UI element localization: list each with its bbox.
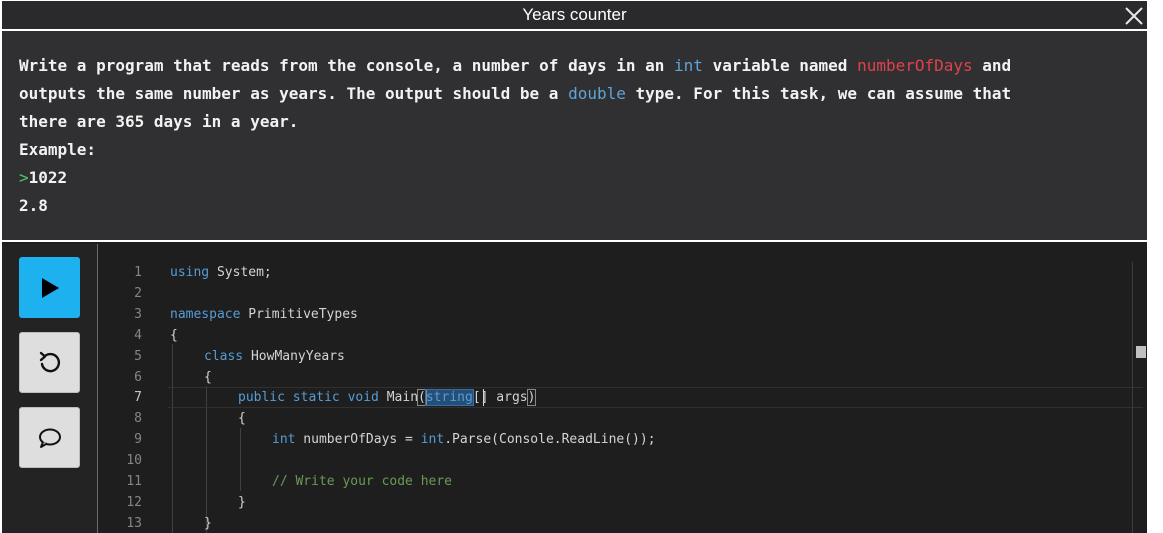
- code-line: 12 }: [98, 492, 1138, 513]
- code-line: 6 {: [98, 367, 1138, 388]
- line-number: 9: [134, 432, 142, 447]
- line-number: 5: [134, 349, 142, 364]
- code-line: 7 public static void Main(string[] args): [98, 387, 1138, 408]
- task-line-1: Write a program that reads from the cons…: [19, 56, 1012, 75]
- prompt-symbol: >: [19, 168, 29, 187]
- text-cursor: [483, 389, 484, 406]
- line-number: 11: [126, 474, 142, 489]
- line-number: 6: [134, 370, 142, 385]
- line-number: 1: [134, 265, 142, 280]
- selected-text: string: [424, 389, 474, 406]
- code-line: 11 // Write your code here: [98, 471, 1138, 492]
- line-number: 8: [134, 411, 142, 426]
- line-number: 3: [134, 307, 142, 322]
- scrollbar-marker: [1136, 346, 1146, 358]
- code-line: 13 }: [98, 513, 1138, 533]
- variable-name-highlight: numberOfDays: [857, 56, 973, 75]
- feedback-button[interactable]: [19, 407, 80, 468]
- close-button[interactable]: [1123, 5, 1145, 27]
- play-icon: [41, 277, 59, 298]
- task-line-3: there are 365 days in a year.: [19, 112, 299, 131]
- workspace: 1 using System; 2 3 namespace PrimitiveT…: [2, 244, 1147, 533]
- bracket-match: ): [526, 389, 537, 406]
- code-line: 4 {: [98, 325, 1138, 346]
- line-number: 12: [126, 495, 142, 510]
- code-editor[interactable]: 1 using System; 2 3 namespace PrimitiveT…: [98, 244, 1147, 533]
- editor-toolbar: [2, 244, 98, 533]
- task-line-2: outputs the same number as years. The ou…: [19, 84, 1012, 103]
- example-input: >1022: [19, 168, 68, 187]
- code-line: 10: [98, 450, 1138, 471]
- line-number: 13: [126, 516, 142, 531]
- run-button[interactable]: [19, 257, 80, 318]
- double-keyword: double: [568, 84, 626, 103]
- line-number: 4: [134, 328, 142, 343]
- line-number: 10: [126, 453, 142, 468]
- chat-bubble-icon: [38, 428, 61, 448]
- code-line: 5 class HowManyYears: [98, 346, 1138, 367]
- editor-scrollbar[interactable]: [1132, 262, 1147, 533]
- code-line: 8 {: [98, 408, 1138, 429]
- example-label: Example:: [19, 140, 97, 159]
- code-line: 3 namespace PrimitiveTypes: [98, 304, 1138, 325]
- reset-button[interactable]: [19, 332, 80, 393]
- line-number: 7: [134, 390, 142, 405]
- example-output: 2.8: [19, 196, 48, 215]
- int-keyword: int: [674, 56, 703, 75]
- code-line: 2: [98, 283, 1138, 304]
- code-exercise-window: Years counter Write a program that reads…: [2, 1, 1147, 533]
- code-line: 1 using System;: [98, 262, 1138, 283]
- line-number: 2: [134, 286, 142, 301]
- task-description: Write a program that reads from the cons…: [2, 31, 1147, 242]
- code-comment: // Write your code here: [272, 474, 453, 489]
- close-icon: [1125, 7, 1143, 25]
- reset-icon: [39, 351, 60, 372]
- title-bar: Years counter: [2, 1, 1147, 31]
- window-title: Years counter: [522, 5, 627, 24]
- bracket-match: (: [417, 389, 427, 406]
- code-line: 9 int numberOfDays = int.Parse(Console.R…: [98, 429, 1138, 450]
